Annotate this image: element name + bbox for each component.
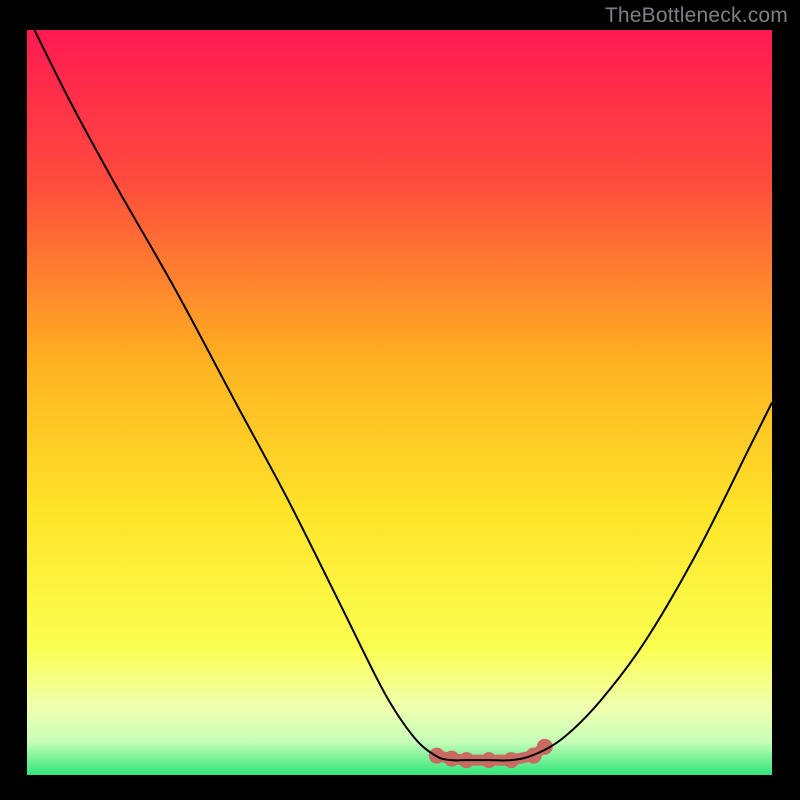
chart-svg	[0, 0, 800, 800]
gradient-background	[27, 30, 772, 775]
chart-container: TheBottleneck.com	[0, 0, 800, 800]
